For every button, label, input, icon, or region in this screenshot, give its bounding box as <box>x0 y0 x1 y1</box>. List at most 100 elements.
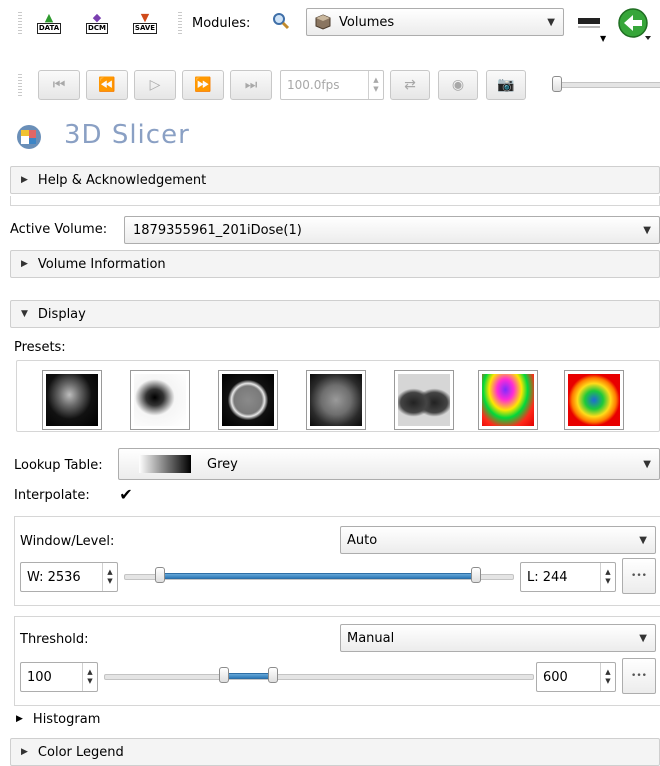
threshold-max-value: 600 <box>543 669 568 685</box>
color-legend-header[interactable]: ▶ Color Legend <box>10 738 660 766</box>
module-selected-label: Volumes <box>339 14 395 30</box>
threshold-max-handle[interactable] <box>268 667 278 683</box>
window-value: W: 2536 <box>27 569 81 585</box>
modules-label: Modules: <box>192 16 251 31</box>
lookup-table-selector[interactable]: Grey ▼ <box>118 448 660 480</box>
fps-value: 100.0fps <box>287 78 340 92</box>
fps-spinbox[interactable]: 100.0fps ▲ ▼ <box>280 70 384 100</box>
active-volume-selector[interactable]: 1879355961_201iDose(1) ▼ <box>124 216 660 244</box>
chevron-down-icon: ▼ <box>639 632 647 644</box>
threshold-min-handle[interactable] <box>219 667 229 683</box>
threshold-min-value: 100 <box>27 669 52 685</box>
previous-frame-button[interactable]: ⏪ <box>86 70 128 100</box>
load-dicom-button[interactable]: ◆ DCM <box>86 8 108 34</box>
threshold-min-spinbox[interactable]: 100 ▲ ▼ <box>20 662 98 692</box>
help-section-header[interactable]: ▶ Help & Acknowledgement <box>10 166 660 194</box>
level-value: L: 244 <box>527 569 568 585</box>
preset-ct-lung[interactable] <box>394 370 454 430</box>
presets-label: Presets: <box>14 340 66 355</box>
play-button[interactable]: ▷ <box>134 70 176 100</box>
first-frame-button[interactable]: ⏮ <box>38 70 80 100</box>
spin-arrows-icon: ▲ ▼ <box>82 663 97 691</box>
volumes-cube-icon <box>315 14 331 30</box>
level-spinbox[interactable]: L: 244 ▲ ▼ <box>520 562 616 592</box>
chevron-down-icon: ▼ <box>643 224 651 236</box>
help-section-label: Help & Acknowledgement <box>37 172 207 188</box>
preset-ct-abdomen[interactable] <box>306 370 366 430</box>
up-arrow-icon: ▲ <box>44 11 54 24</box>
dcm-label: DCM <box>86 23 108 34</box>
threshold-slider-range[interactable] <box>224 673 274 679</box>
grey-gradient-swatch <box>139 455 191 473</box>
threshold-mode-value: Manual <box>347 630 395 646</box>
snapshot-button[interactable]: 📷 <box>486 70 526 100</box>
window-level-more-button[interactable]: ••• <box>622 558 656 594</box>
threshold-more-button[interactable]: ••• <box>622 658 656 694</box>
threshold-max-spinbox[interactable]: 600 ▲ ▼ <box>536 662 616 692</box>
preset-ct-bone[interactable] <box>42 370 102 430</box>
interpolate-checkbox[interactable]: ✔ <box>116 484 136 504</box>
preset-pet[interactable] <box>478 370 538 430</box>
histogram-label: Histogram <box>32 711 101 727</box>
display-section-header[interactable]: ▼ Display <box>10 300 660 328</box>
record-button[interactable]: ◉ <box>438 70 478 100</box>
preset-ct-air[interactable] <box>130 370 190 430</box>
expand-triangle-icon: ▶ <box>16 714 23 724</box>
active-volume-value: 1879355961_201iDose(1) <box>133 222 302 238</box>
module-history-icon[interactable]: ▼ <box>578 14 608 44</box>
expand-triangle-icon: ▶ <box>21 747 28 757</box>
last-frame-button[interactable]: ⏭ <box>230 70 272 100</box>
collapse-triangle-icon: ▼ <box>21 309 28 319</box>
lookup-table-label: Lookup Table: <box>14 458 103 473</box>
preset-dti[interactable] <box>564 370 624 430</box>
histogram-section-header[interactable]: ▶ Histogram <box>16 710 660 728</box>
active-volume-label: Active Volume: <box>10 222 108 237</box>
slicer-logo-icon <box>16 124 42 150</box>
chevron-down-icon: ▼ <box>639 534 647 546</box>
next-frame-button[interactable]: ⏩ <box>182 70 224 100</box>
search-icon[interactable] <box>272 12 290 30</box>
more-dots-icon: ••• <box>631 671 647 681</box>
back-arrow-icon[interactable] <box>618 8 652 42</box>
dicom-arrows-icon: ◆ <box>92 11 102 24</box>
help-collapsed-body <box>10 196 660 206</box>
save-label: SAVE <box>132 23 158 34</box>
toolbar-handle[interactable] <box>18 74 22 96</box>
volume-information-header[interactable]: ▶ Volume Information <box>10 250 660 278</box>
window-level-mode-value: Auto <box>347 532 378 548</box>
window-level-mode-selector[interactable]: Auto ▼ <box>340 526 656 554</box>
window-level-max-handle[interactable] <box>471 567 481 583</box>
lookup-table-value: Grey <box>207 456 238 472</box>
frame-slider-handle[interactable] <box>552 76 562 92</box>
display-section-label: Display <box>37 306 86 322</box>
toolbar-handle[interactable] <box>178 12 182 34</box>
module-selector[interactable]: Volumes ▼ <box>306 8 564 36</box>
color-legend-label: Color Legend <box>37 744 124 760</box>
toolbar-handle[interactable] <box>18 12 22 34</box>
spin-arrows-icon: ▲ ▼ <box>102 563 117 591</box>
window-level-min-handle[interactable] <box>155 567 165 583</box>
frame-slider-track[interactable] <box>552 82 660 88</box>
check-icon: ✔ <box>119 484 133 504</box>
spin-arrows-icon: ▲ ▼ <box>368 71 383 99</box>
window-spinbox[interactable]: W: 2536 ▲ ▼ <box>20 562 118 592</box>
chevron-down-icon: ▼ <box>547 16 555 28</box>
threshold-slider-track[interactable] <box>104 674 534 680</box>
data-label: DATA <box>36 23 62 34</box>
expand-triangle-icon: ▶ <box>21 175 28 185</box>
down-arrow-icon: ▼ <box>140 11 150 24</box>
spin-arrows-icon: ▲ ▼ <box>600 663 615 691</box>
volume-information-label: Volume Information <box>37 256 166 272</box>
threshold-mode-selector[interactable]: Manual ▼ <box>340 624 656 652</box>
chevron-down-icon: ▼ <box>643 458 651 470</box>
preset-ct-brain[interactable] <box>218 370 278 430</box>
app-title: 3D Slicer <box>64 120 190 150</box>
loop-button[interactable]: ⇄ <box>390 70 430 100</box>
load-data-button[interactable]: ▲ DATA <box>36 8 62 34</box>
interpolate-label: Interpolate: <box>14 488 90 503</box>
threshold-label: Threshold: <box>20 632 89 647</box>
window-level-label: Window/Level: <box>20 534 115 549</box>
save-button[interactable]: ▼ SAVE <box>132 8 158 34</box>
window-level-slider-range[interactable] <box>160 573 480 579</box>
spin-arrows-icon: ▲ ▼ <box>600 563 615 591</box>
